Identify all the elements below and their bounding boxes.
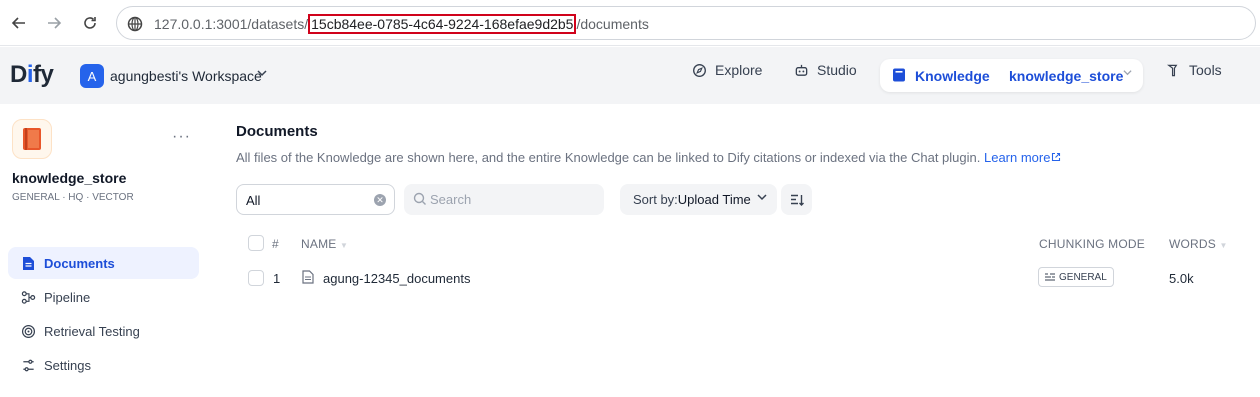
chevron-down-icon[interactable] [257,67,267,81]
url-suffix: /documents [576,16,649,32]
sidebar-item-label: Pipeline [44,289,91,305]
reload-icon[interactable] [79,12,101,34]
compass-icon [693,63,706,77]
document-name[interactable]: agung-12345_documents [323,271,470,286]
chunking-mode-label: GENERAL [1059,271,1107,283]
nav-knowledge[interactable]: Knowledge knowledge_store [880,59,1143,92]
sort-direction-icon [790,194,804,206]
sort-select[interactable]: Sort by:Upload Time [620,184,777,215]
sort-caret-icon: ▼ [340,241,349,250]
current-knowledge-selector[interactable]: knowledge_store [1009,68,1123,84]
status-filter-value: All [246,193,261,208]
tools-icon [1166,64,1178,76]
nav-studio[interactable]: Studio [794,62,857,78]
sort-label: Sort by: [633,192,678,207]
more-options-icon[interactable]: ··· [172,128,191,146]
back-arrow-icon[interactable] [8,12,30,34]
sidebar-item-settings[interactable]: Settings [8,349,199,381]
chevron-down-icon [757,192,767,205]
gear-icon [14,358,42,373]
general-mode-icon [1045,273,1055,281]
sidebar-item-label: Retrieval Testing [44,323,140,339]
sidebar-item-pipeline[interactable]: Pipeline [8,281,199,313]
status-filter-select[interactable]: All ✕ [236,184,395,215]
nav-knowledge-label: Knowledge [915,68,990,84]
site-info-icon[interactable] [127,16,143,32]
forward-arrow-icon[interactable] [43,12,65,34]
sort-value: Upload Time [677,192,751,207]
learn-more-link[interactable]: Learn more [984,150,1061,165]
robot-icon [795,64,808,76]
column-header-num: # [272,237,279,251]
sort-caret-icon: ▼ [1219,241,1228,250]
knowledge-name: knowledge_store [12,170,127,186]
chunking-mode-badge: GENERAL [1038,267,1114,287]
description-text: All files of the Knowledge are shown her… [236,150,981,165]
sort-direction-button[interactable] [781,184,812,215]
search-icon [413,192,426,205]
document-icon [14,256,42,271]
row-number: 1 [273,271,281,286]
sidebar-item-label: Documents [44,255,115,271]
dify-logo[interactable]: Dify [10,61,54,89]
documents-panel: Documents All files of the Knowledge are… [216,104,1260,397]
external-link-icon [1052,152,1061,162]
workspace-avatar[interactable]: A [80,64,104,88]
sort-label-group: Sort by:Upload Time [633,192,751,207]
column-header-words[interactable]: WORDS ▼ [1169,237,1228,251]
dataset-sidebar: ··· knowledge_store GENERAL · HQ · VECTO… [0,104,216,397]
logo-part: D [10,61,27,88]
column-header-words-label: WORDS [1169,237,1216,251]
page-description: All files of the Knowledge are shown her… [236,150,1061,165]
clear-icon[interactable]: ✕ [374,194,386,206]
address-bar[interactable]: 127.0.0.1:3001/datasets/15cb84ee-0785-4c… [116,6,1256,40]
sidebar-item-label: Settings [44,357,91,373]
browser-toolbar: 127.0.0.1:3001/datasets/15cb84ee-0785-4c… [0,0,1260,46]
sidebar-item-retrieval-testing[interactable]: Retrieval Testing [8,315,199,347]
nav-explore[interactable]: Explore [692,62,762,78]
sidebar-item-documents[interactable]: Documents [8,247,199,279]
learn-more-label: Learn more [983,150,1051,165]
select-all-checkbox[interactable] [248,235,264,251]
url-prefix: 127.0.0.1:3001/datasets/ [154,16,309,32]
nav-tools[interactable]: Tools [1166,62,1222,78]
search-field[interactable] [404,184,604,215]
app-header: Dify A agungbesti's Workspace Explore St… [0,47,1260,104]
nav-studio-label: Studio [817,62,857,78]
workspace-name[interactable]: agungbesti's Workspace [110,68,262,84]
target-icon [14,324,42,339]
file-icon [302,270,314,287]
nav-explore-label: Explore [715,62,763,78]
knowledge-meta: GENERAL · HQ · VECTOR [12,192,134,203]
url-text: 127.0.0.1:3001/datasets/15cb84ee-0785-4c… [154,14,649,34]
row-checkbox[interactable] [248,270,264,286]
knowledge-book-icon [12,119,52,159]
word-count: 5.0k [1169,271,1194,286]
pipeline-icon [14,290,42,305]
page-title: Documents [236,123,318,140]
book-icon [893,68,905,82]
column-header-name[interactable]: NAME ▼ [301,237,348,251]
search-input[interactable] [430,190,595,209]
column-header-chunking-mode: CHUNKING MODE [1039,237,1145,251]
nav-tools-label: Tools [1189,62,1222,78]
chevron-down-icon[interactable] [1123,68,1132,80]
logo-part: fy [33,61,54,88]
column-header-name-label: NAME [301,237,337,251]
url-dataset-id-highlight: 15cb84ee-0785-4c64-9224-168efae9d2b5 [308,14,577,34]
